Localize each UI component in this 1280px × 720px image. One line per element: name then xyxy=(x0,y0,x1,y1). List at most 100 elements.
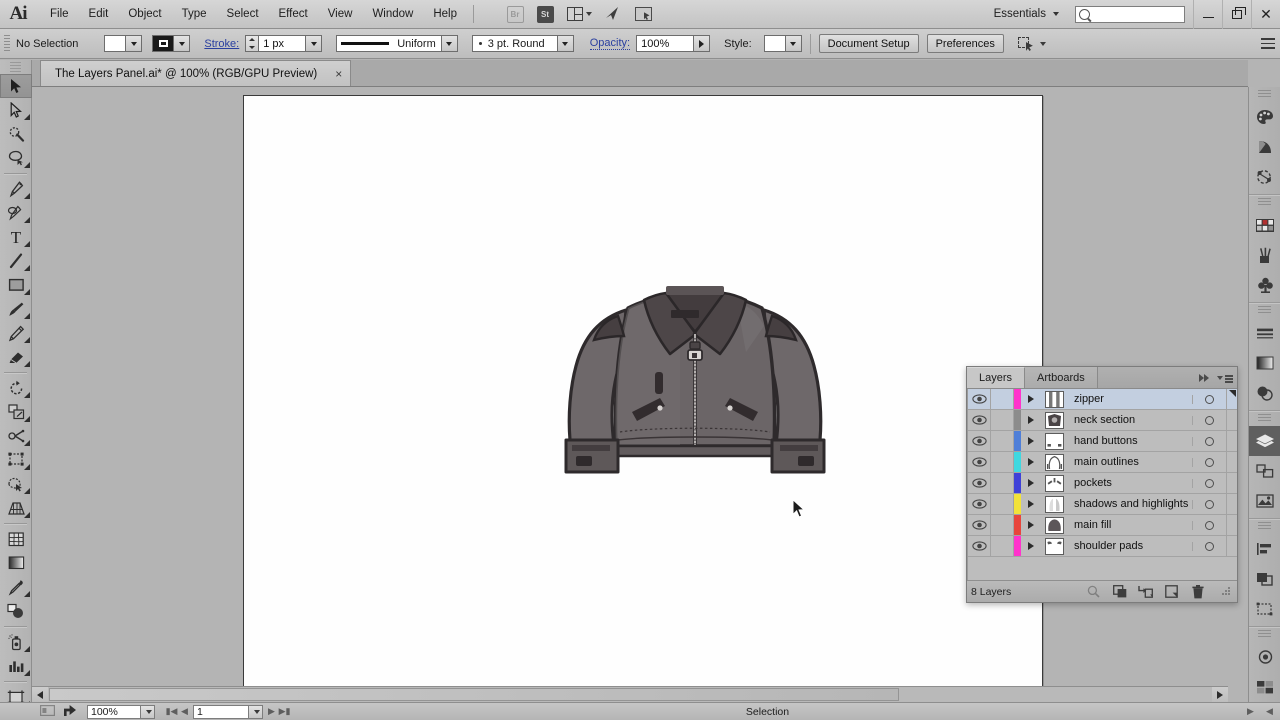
pencil-tool[interactable] xyxy=(0,321,32,345)
lock-toggle[interactable] xyxy=(991,536,1014,556)
opacity-field[interactable]: 100% xyxy=(636,35,695,52)
create-new-sublayer-icon[interactable] xyxy=(1138,584,1153,599)
eyedropper-tool[interactable] xyxy=(0,575,32,599)
table-row[interactable]: zipper xyxy=(968,389,1237,410)
lock-toggle[interactable] xyxy=(991,410,1014,430)
tab-layers[interactable]: Layers xyxy=(967,367,1026,388)
delete-selection-icon[interactable] xyxy=(1190,584,1205,599)
expand-toggle[interactable] xyxy=(1021,536,1041,556)
width-tool[interactable] xyxy=(0,424,32,448)
share-icon[interactable] xyxy=(63,704,77,720)
next-artboard-icon[interactable]: ▶ xyxy=(265,705,278,719)
line-segment-tool[interactable] xyxy=(0,249,32,273)
graphic-styles-panel-icon[interactable] xyxy=(1249,672,1280,702)
scroll-right-button[interactable] xyxy=(1212,687,1228,703)
table-row[interactable]: shadows and highlights xyxy=(968,494,1237,515)
menu-file[interactable]: File xyxy=(40,0,79,29)
target-indicator[interactable] xyxy=(1192,499,1226,509)
layer-name[interactable]: hand buttons xyxy=(1067,435,1192,447)
table-row[interactable]: main fill xyxy=(968,515,1237,536)
visibility-toggle[interactable] xyxy=(968,473,991,493)
horizontal-scrollbar[interactable] xyxy=(32,686,1228,703)
layers-panel[interactable]: Layers Artboards zipper neck section han… xyxy=(966,366,1238,603)
visibility-toggle[interactable] xyxy=(968,431,991,451)
target-indicator[interactable] xyxy=(1192,457,1226,467)
expand-toggle[interactable] xyxy=(1021,452,1041,472)
appearance-panel-icon[interactable] xyxy=(1249,642,1280,672)
horizontal-scroll-thumb[interactable] xyxy=(49,688,899,701)
eraser-tool[interactable] xyxy=(0,345,32,369)
layer-name[interactable]: zipper xyxy=(1067,393,1192,405)
stroke-panel-icon[interactable] xyxy=(1249,318,1280,348)
fill-dropdown-button[interactable] xyxy=(126,35,143,52)
visibility-toggle[interactable] xyxy=(968,410,991,430)
bridge-icon[interactable]: Br xyxy=(502,4,528,24)
color-panel-icon[interactable] xyxy=(1249,102,1280,132)
stroke-profile-dropdown[interactable] xyxy=(441,35,458,52)
layer-name[interactable]: main fill xyxy=(1067,519,1192,531)
color-guide-icon[interactable] xyxy=(1249,132,1280,162)
lock-toggle[interactable] xyxy=(991,515,1014,535)
preferences-button[interactable]: Preferences xyxy=(926,34,1004,53)
visibility-toggle[interactable] xyxy=(968,536,991,556)
target-indicator[interactable] xyxy=(1192,541,1226,551)
selection-tool[interactable] xyxy=(0,74,32,98)
links-panel-icon[interactable] xyxy=(1249,486,1280,516)
brush-definition-field[interactable]: 3 pt. Round xyxy=(471,35,558,52)
table-row[interactable]: hand buttons xyxy=(968,431,1237,452)
stroke-label[interactable]: Stroke: xyxy=(204,38,239,50)
align-dropdown-icon[interactable] xyxy=(1039,41,1046,46)
expand-toggle[interactable] xyxy=(1021,473,1041,493)
artboard-navigation[interactable]: ▮◀ ◀ 1 ▶ ▶▮ xyxy=(165,704,291,719)
menu-edit[interactable]: Edit xyxy=(79,0,119,29)
target-indicator[interactable] xyxy=(1192,394,1226,404)
column-graph-tool[interactable] xyxy=(0,654,32,678)
visibility-toggle[interactable] xyxy=(968,515,991,535)
expand-toggle[interactable] xyxy=(1021,431,1041,451)
layer-name[interactable]: shoulder pads xyxy=(1067,540,1192,552)
graphic-style-swatch[interactable] xyxy=(763,35,786,52)
previous-artboard-icon[interactable]: ◀ xyxy=(178,705,191,719)
zoom-control[interactable]: 100% xyxy=(87,704,155,719)
type-tool[interactable]: T xyxy=(0,225,32,249)
menu-type[interactable]: Type xyxy=(172,0,217,29)
dock-group-grip-4[interactable] xyxy=(1258,522,1271,531)
creative-cloud-icon[interactable] xyxy=(600,4,626,24)
expand-toggle[interactable] xyxy=(1021,515,1041,535)
layer-name[interactable]: neck section xyxy=(1067,414,1192,426)
visibility-toggle[interactable] xyxy=(968,452,991,472)
first-artboard-icon[interactable]: ▮◀ xyxy=(165,705,178,719)
pen-tool[interactable] xyxy=(0,177,32,201)
layers-list[interactable]: zipper neck section hand buttons main ou… xyxy=(967,389,1237,580)
artboard-number-field[interactable]: 1 xyxy=(193,704,249,719)
menu-view[interactable]: View xyxy=(318,0,363,29)
workspace-switcher[interactable]: Essentials xyxy=(986,8,1067,20)
expand-toggle[interactable] xyxy=(1021,389,1041,409)
transparency-panel-icon[interactable] xyxy=(1249,378,1280,408)
control-bar-menu-icon[interactable] xyxy=(1261,38,1275,49)
opacity-label[interactable]: Opacity: xyxy=(589,37,631,50)
menu-effect[interactable]: Effect xyxy=(269,0,318,29)
table-row[interactable]: shoulder pads xyxy=(968,536,1237,557)
menu-help[interactable]: Help xyxy=(423,0,467,29)
symbol-sprayer-tool[interactable] xyxy=(0,630,32,654)
expand-toggle[interactable] xyxy=(1021,410,1041,430)
graphic-style-dropdown[interactable] xyxy=(785,35,802,52)
paintbrush-tool[interactable] xyxy=(0,297,32,321)
lock-toggle[interactable] xyxy=(991,452,1014,472)
align-panel-icon[interactable] xyxy=(1249,534,1280,564)
stroke-color-swatch[interactable] xyxy=(152,35,175,52)
artboard-dropdown[interactable] xyxy=(249,704,263,719)
table-row[interactable]: main outlines xyxy=(968,452,1237,473)
artboards-panel-icon[interactable] xyxy=(1249,456,1280,486)
control-bar-overflow[interactable] xyxy=(1261,38,1280,49)
document-setup-button[interactable]: Document Setup xyxy=(818,34,919,53)
status-expand-icon[interactable]: ▶ xyxy=(1244,705,1257,719)
magic-wand-tool[interactable] xyxy=(0,122,32,146)
minimize-button[interactable] xyxy=(1193,0,1222,29)
restore-button[interactable] xyxy=(1222,0,1251,29)
tools-panel-grip[interactable] xyxy=(10,62,21,72)
transform-panel-icon[interactable] xyxy=(1249,594,1280,624)
target-indicator[interactable] xyxy=(1192,415,1226,425)
layer-name[interactable]: main outlines xyxy=(1067,456,1192,468)
